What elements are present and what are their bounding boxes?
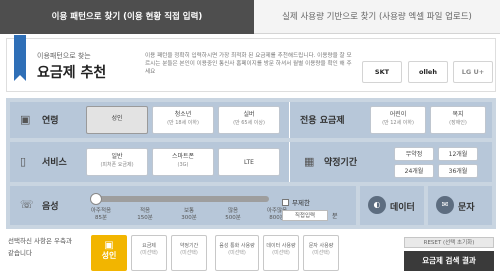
tab-actual-usage[interactable]: 실제 사용량 기반으로 찾기 (사용량 엑셀 파일 업로드) bbox=[254, 0, 500, 34]
contract-36m-button[interactable]: 36개월 bbox=[438, 164, 478, 178]
dedicated-plan-label: 전용 요금제 bbox=[300, 116, 345, 126]
header-subtitle: 이용패턴으로 찾는 bbox=[37, 52, 91, 60]
voice-usage-slider[interactable] bbox=[90, 193, 269, 205]
service-label: 서비스 bbox=[42, 158, 67, 168]
selection-prompt: 선택하신 사항은 우측과 같습니다 bbox=[8, 237, 72, 257]
summary-contract-chip: 약정기간 (미선택) bbox=[171, 235, 207, 271]
age-adult-button[interactable]: 성인 bbox=[86, 106, 148, 134]
person-icon: ▣ bbox=[104, 240, 114, 251]
carrier-skt-button[interactable]: SKT bbox=[362, 61, 402, 83]
age-silver-button[interactable]: 실버 (만 65세 이상) bbox=[218, 106, 280, 134]
checkbox-box[interactable] bbox=[282, 199, 289, 206]
summary-plan-chip: 요금제 (미선택) bbox=[131, 235, 167, 271]
voice-label: 음성 bbox=[42, 202, 59, 212]
tab-usage-pattern[interactable]: 이용 패턴으로 찾기 (이용 현황 직접 입력) bbox=[0, 0, 254, 34]
person-icon: ▣ bbox=[20, 113, 31, 126]
page-title: 요금제 추천 bbox=[37, 65, 107, 81]
summary-age-chip: ▣ 성인 bbox=[91, 235, 127, 271]
slider-handle[interactable] bbox=[90, 193, 102, 205]
calendar-icon: ▦ bbox=[304, 155, 315, 168]
options-panel: ▣ 연령 성인 청소년 (만 18세 이하) 실버 (만 65세 이상) 전용 요금… bbox=[6, 98, 496, 229]
voice-unit-label: 분 bbox=[332, 213, 338, 220]
data-label: 데이터 bbox=[390, 203, 415, 213]
voice-tick-high[interactable]: 많음 500분 bbox=[215, 208, 251, 222]
voice-tick-normal[interactable]: 보통 300분 bbox=[171, 208, 207, 222]
voice-tick-low[interactable]: 적음 150분 bbox=[127, 208, 163, 222]
contract-none-button[interactable]: 무약정 bbox=[394, 147, 434, 161]
summary-data-chip: 데이터 사용량 (미선택) bbox=[263, 235, 299, 271]
dedicated-welfare-button[interactable]: 복지 (장애인) bbox=[430, 106, 486, 134]
contract-24m-button[interactable]: 24개월 bbox=[394, 164, 434, 178]
dedicated-child-button[interactable]: 어린이 (만 12세 이하) bbox=[370, 106, 426, 134]
service-feature-phone-button[interactable]: 일반 (피처폰 요금제) bbox=[86, 148, 148, 176]
bookmark-icon bbox=[14, 35, 26, 81]
divider bbox=[289, 142, 290, 182]
age-youth-button[interactable]: 청소년 (만 18세 이하) bbox=[152, 106, 214, 134]
search-result-button[interactable]: 요금제 검색 결과 bbox=[404, 251, 494, 271]
voice-unlimited-checkbox[interactable]: 무제한 bbox=[282, 197, 310, 207]
tab-bar: 이용 패턴으로 찾기 (이용 현황 직접 입력) 실제 사용량 기반으로 찾기 … bbox=[0, 0, 500, 34]
reset-button[interactable]: RESET (선택 초기화) bbox=[404, 237, 494, 248]
summary-voice-chip: 음성 통화 사용량 (미선택) bbox=[215, 235, 259, 271]
summary-sms-chip: 문자 사용량 (미선택) bbox=[303, 235, 339, 271]
envelope-icon: ✉ bbox=[436, 196, 454, 214]
voice-tick-very-low[interactable]: 아주적음 85분 bbox=[83, 208, 119, 222]
page-header: 이용패턴으로 찾는 요금제 추천 이용 패턴을 정확히 입력하시면 가장 최적화… bbox=[6, 35, 496, 92]
contract-12m-button[interactable]: 12개월 bbox=[438, 147, 478, 161]
age-label: 연령 bbox=[42, 116, 59, 126]
service-smartphone-button[interactable]: 스마트폰 (3G) bbox=[152, 148, 214, 176]
divider bbox=[289, 102, 290, 138]
carrier-lgu-button[interactable]: LG U+ bbox=[453, 61, 493, 83]
contract-period-label: 약정기간 bbox=[324, 158, 358, 168]
data-icon: ◐ bbox=[368, 196, 386, 214]
header-description: 이용 패턴을 정확히 입력하시면 가장 최적화 된 요금제를 추천해드립니다. … bbox=[145, 53, 352, 75]
sms-label: 문자 bbox=[458, 203, 475, 213]
service-lte-button[interactable]: LTE bbox=[218, 148, 280, 176]
phone-icon: ▯ bbox=[20, 155, 27, 168]
selection-summary: 선택하신 사항은 우측과 같습니다 ▣ 성인 요금제 (미선택) 약정기간 (미선택)… bbox=[0, 231, 500, 274]
voice-direct-input[interactable]: 직접입력 bbox=[282, 210, 328, 221]
phone-call-icon: ☏ bbox=[20, 198, 34, 211]
carrier-olleh-button[interactable]: olleh bbox=[408, 61, 448, 83]
